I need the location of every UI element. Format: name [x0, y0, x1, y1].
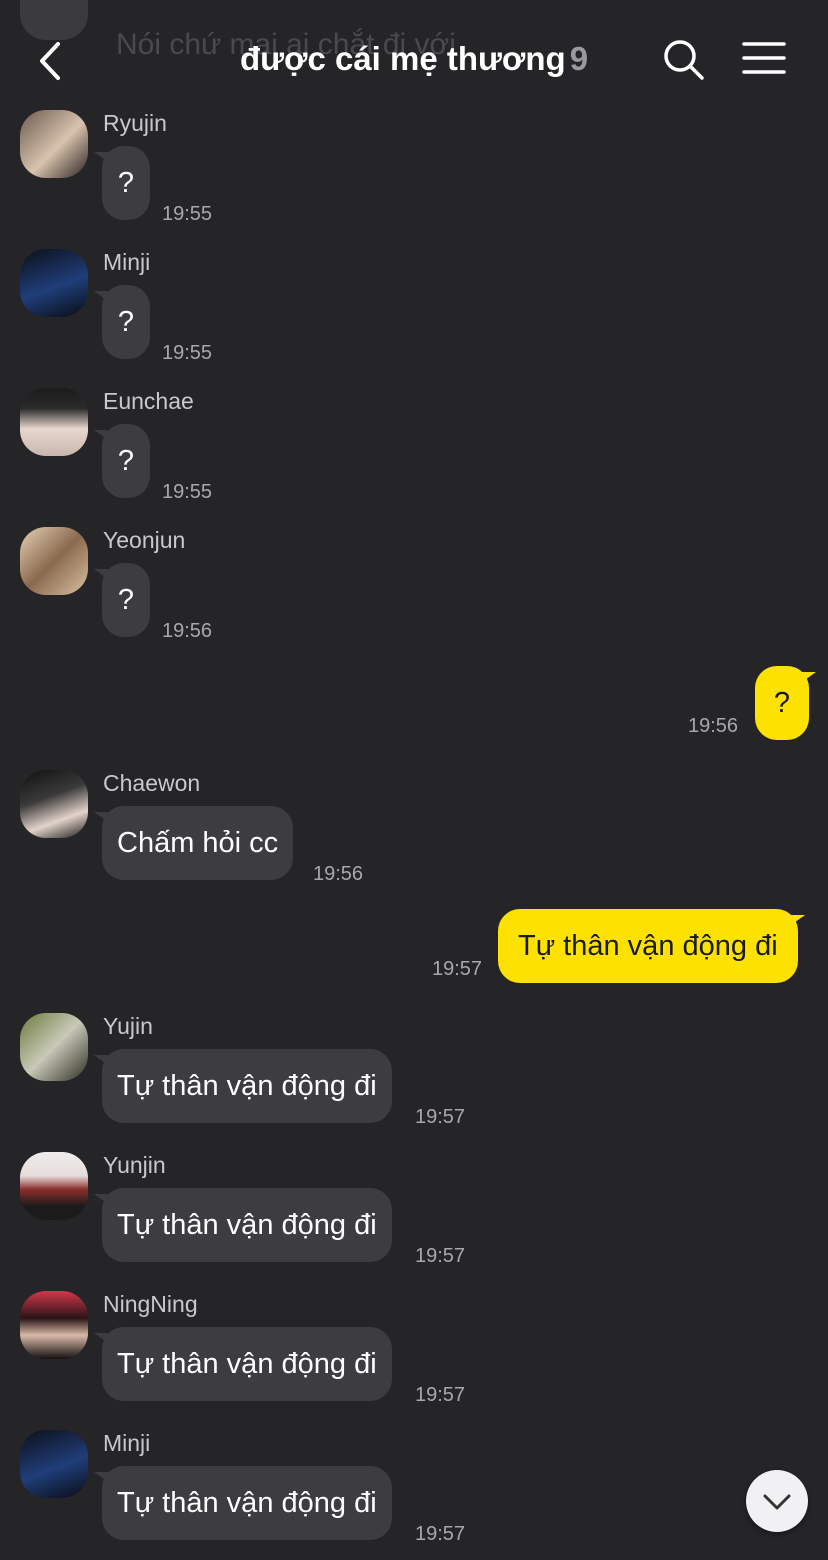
sender-name: Yujin [103, 1013, 153, 1039]
message-bubble[interactable]: Tự thân vận động đi [94, 1049, 392, 1123]
minji-avatar[interactable] [20, 1430, 88, 1498]
message-time: 19:56 [688, 715, 739, 737]
minji-avatar[interactable] [20, 249, 88, 317]
sender-name: Minji [103, 249, 151, 275]
eunchae-avatar[interactable] [20, 388, 88, 456]
sender-name: NingNing [103, 1291, 198, 1317]
hamburger-menu-icon[interactable] [740, 40, 788, 80]
message-bubble[interactable]: ? [94, 563, 150, 637]
message-time: 19:55 [162, 203, 213, 225]
previous-message-avatar [20, 0, 88, 40]
message-time: 19:56 [313, 863, 364, 885]
message-bubble[interactable]: ? [94, 285, 150, 359]
sender-name: Yeonjun [103, 527, 186, 553]
sender-name: Chaewon [103, 770, 201, 796]
scroll-to-bottom-button[interactable] [746, 1470, 808, 1532]
chat-title-text: được cái mẹ thương [239, 40, 566, 77]
message-time: 19:56 [162, 620, 213, 642]
chaewon-avatar[interactable] [20, 770, 88, 838]
message-time: 19:55 [162, 342, 213, 364]
message-time: 19:57 [415, 1106, 466, 1128]
sender-name: Yunjin [103, 1152, 166, 1178]
message-time: 19:57 [415, 1245, 466, 1267]
yunjin-avatar[interactable] [20, 1152, 88, 1220]
message-bubble[interactable]: ? [94, 146, 150, 220]
message-time: 19:55 [162, 481, 213, 503]
sender-name: Ryujin [103, 110, 167, 136]
message-bubble[interactable]: ? [755, 666, 816, 740]
message-bubble[interactable]: Tự thân vận động đi [94, 1327, 392, 1401]
message-bubble[interactable]: Tự thân vận động đi [94, 1466, 392, 1540]
message-time: 19:57 [432, 958, 483, 980]
chevron-down-icon [763, 1494, 791, 1510]
message-bubble[interactable]: Chấm hỏi cc [93, 806, 294, 880]
message-time: 19:57 [415, 1384, 466, 1406]
ryujin-avatar[interactable] [20, 110, 88, 178]
sender-name: Eunchae [103, 388, 194, 414]
message-bubble[interactable]: ? [94, 424, 150, 498]
yeonjun-avatar[interactable] [20, 527, 88, 595]
message-bubble[interactable]: Tự thân vận động đi [498, 909, 805, 983]
sender-name: Minji [103, 1430, 151, 1456]
chat-header: Nói chứ mai ai chắt đi với được cái mẹ t… [0, 0, 828, 110]
message-time: 19:57 [415, 1523, 466, 1545]
ningning-avatar[interactable] [20, 1291, 88, 1359]
yujin-avatar[interactable] [20, 1013, 88, 1081]
member-count: 9 [569, 40, 589, 77]
search-icon[interactable] [660, 36, 708, 84]
message-bubble[interactable]: Tự thân vận động đi [94, 1188, 392, 1262]
